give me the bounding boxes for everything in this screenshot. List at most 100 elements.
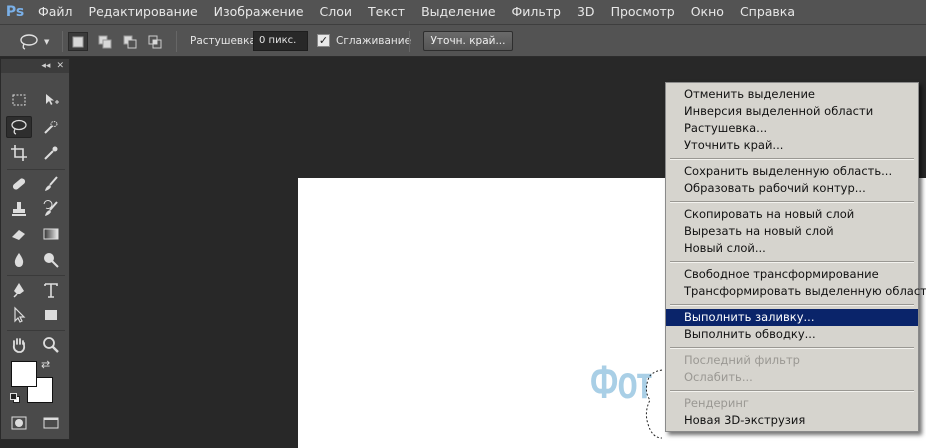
brush-tool[interactable] [38, 173, 64, 195]
add-to-selection-icon [98, 35, 112, 48]
hand-icon [12, 338, 26, 353]
new-selection-button[interactable] [68, 32, 88, 51]
context-menu-item[interactable]: Свободное трансформирование [666, 266, 918, 283]
eraser-tool[interactable] [6, 223, 32, 245]
foreground-color-swatch[interactable] [11, 361, 37, 387]
drop-icon [14, 253, 24, 267]
options-bar: ▼ Растушевка: 0 пикс. ✓ Сглаживание Уточ… [0, 24, 926, 57]
menu-item[interactable]: Фильтр [504, 0, 569, 24]
context-menu-item[interactable]: Уточнить край... [666, 137, 918, 154]
tools-panel-header[interactable]: ◂◂ ✕ [1, 59, 69, 73]
type-tool[interactable] [38, 279, 64, 301]
antialias-label: Сглаживание [336, 35, 412, 47]
context-menu-item[interactable]: Выполнить заливку... [666, 309, 918, 326]
rectangle-tool[interactable] [38, 304, 64, 326]
crop-tool[interactable] [6, 142, 32, 164]
subtract-from-selection-button[interactable] [120, 32, 140, 51]
clone-stamp-tool[interactable] [6, 198, 32, 220]
context-menu-item[interactable]: Выполнить обводку... [666, 326, 918, 343]
rectangle-shape-icon [45, 310, 57, 320]
swap-colors-icon[interactable]: ⇄ [41, 358, 50, 371]
hand-tool[interactable] [6, 334, 32, 356]
divider [62, 31, 63, 52]
context-menu-item[interactable]: Скопировать на новый слой [666, 206, 918, 223]
menu-item[interactable]: Изображение [206, 0, 312, 24]
default-colors-icon[interactable] [10, 393, 20, 403]
zoom-tool[interactable] [38, 334, 64, 356]
menu-item[interactable]: Просмотр [603, 0, 683, 24]
divider [176, 31, 177, 52]
divider [409, 31, 410, 52]
quick-selection-tool[interactable] [38, 116, 64, 138]
healing-brush-tool[interactable] [6, 173, 32, 195]
screen-mode-button[interactable] [38, 412, 64, 434]
eyedropper-icon [44, 146, 58, 160]
pen-tool[interactable] [6, 279, 32, 301]
divider [7, 330, 65, 331]
menu-item[interactable]: Справка [732, 0, 803, 24]
context-menu-item[interactable]: Образовать рабочий контур... [666, 180, 918, 197]
add-to-selection-button[interactable] [95, 32, 115, 51]
pen-icon [13, 283, 24, 298]
context-menu-item: Последний фильтр [684, 353, 800, 367]
context-menu-separator [666, 386, 918, 395]
feather-input[interactable]: 0 пикс. [253, 31, 308, 51]
lasso-tool-preset-icon[interactable]: ▼ [18, 32, 56, 52]
context-menu-item[interactable]: Сохранить выделенную область... [666, 163, 918, 180]
context-menu-item[interactable]: Растушевка... [666, 120, 918, 137]
type-icon [44, 283, 58, 298]
context-menu-separator [666, 154, 918, 163]
antialias-checkbox[interactable]: ✓ [317, 34, 330, 47]
quick-mask-button[interactable] [6, 412, 32, 434]
crop-icon [11, 145, 27, 161]
move-tool[interactable] [38, 89, 64, 111]
context-menu: Отменить выделение Инверсия выделенной об… [665, 82, 926, 432]
intersect-selection-icon [148, 35, 162, 48]
context-menu-separator [666, 300, 918, 309]
history-brush-icon [43, 200, 58, 216]
marquee-icon [12, 94, 26, 106]
screen-mode-icon [43, 417, 59, 429]
lasso-icon [11, 119, 27, 135]
dodge-tool[interactable] [38, 249, 64, 271]
context-menu-item[interactable]: Новый слой... [666, 240, 918, 257]
eyedropper-tool[interactable] [38, 142, 64, 164]
divider [7, 169, 65, 170]
menu-item[interactable]: Редактирование [81, 0, 206, 24]
menu-item[interactable]: 3D [569, 0, 603, 24]
feather-label: Растушевка: [190, 35, 260, 47]
checkmark-icon: ✓ [318, 34, 329, 47]
context-menu-item[interactable]: Вырезать на новый слой [666, 223, 918, 240]
context-menu-item[interactable]: Трансформировать выделенную область [666, 283, 926, 300]
menu-items: Файл Редактирование Изображение Слои Текст Вы… [30, 0, 803, 24]
refine-edge-button[interactable]: Уточн. край... [423, 31, 513, 51]
menu-item[interactable]: Файл [30, 0, 81, 24]
quick-mask-icon [11, 416, 27, 430]
menu-item[interactable]: Текст [360, 0, 413, 24]
intersect-selection-button[interactable] [145, 32, 165, 51]
gradient-tool[interactable] [38, 223, 64, 245]
context-menu-item[interactable]: Новая 3D-экструзия [666, 412, 918, 429]
menu-item[interactable]: Окно [683, 0, 732, 24]
eraser-icon [12, 230, 25, 240]
context-menu-separator [666, 343, 918, 352]
photoshop-logo: Ps [5, 4, 25, 20]
blur-tool[interactable] [6, 249, 32, 271]
lasso-tool[interactable] [6, 116, 32, 138]
stamp-icon [12, 202, 26, 216]
path-selection-tool[interactable] [6, 304, 32, 326]
context-menu-item[interactable]: Инверсия выделенной области [666, 103, 918, 120]
gradient-icon [43, 228, 59, 240]
collapse-panel-icon[interactable]: ◂◂ [41, 61, 50, 71]
tools-panel: ◂◂ ✕ ⇄ [0, 58, 70, 440]
menu-item[interactable]: Слои [312, 0, 361, 24]
divider [7, 275, 65, 276]
context-menu-item[interactable]: Отменить выделение [666, 86, 918, 103]
close-panel-icon[interactable]: ✕ [56, 61, 64, 71]
history-brush-tool[interactable] [38, 198, 64, 220]
rectangular-marquee-tool[interactable] [6, 89, 32, 111]
context-menu-item: Ослабить... [684, 370, 753, 384]
path-select-arrow-icon [14, 306, 26, 323]
menu-item[interactable]: Выделение [413, 0, 503, 24]
chevron-down-icon: ▼ [44, 38, 50, 46]
